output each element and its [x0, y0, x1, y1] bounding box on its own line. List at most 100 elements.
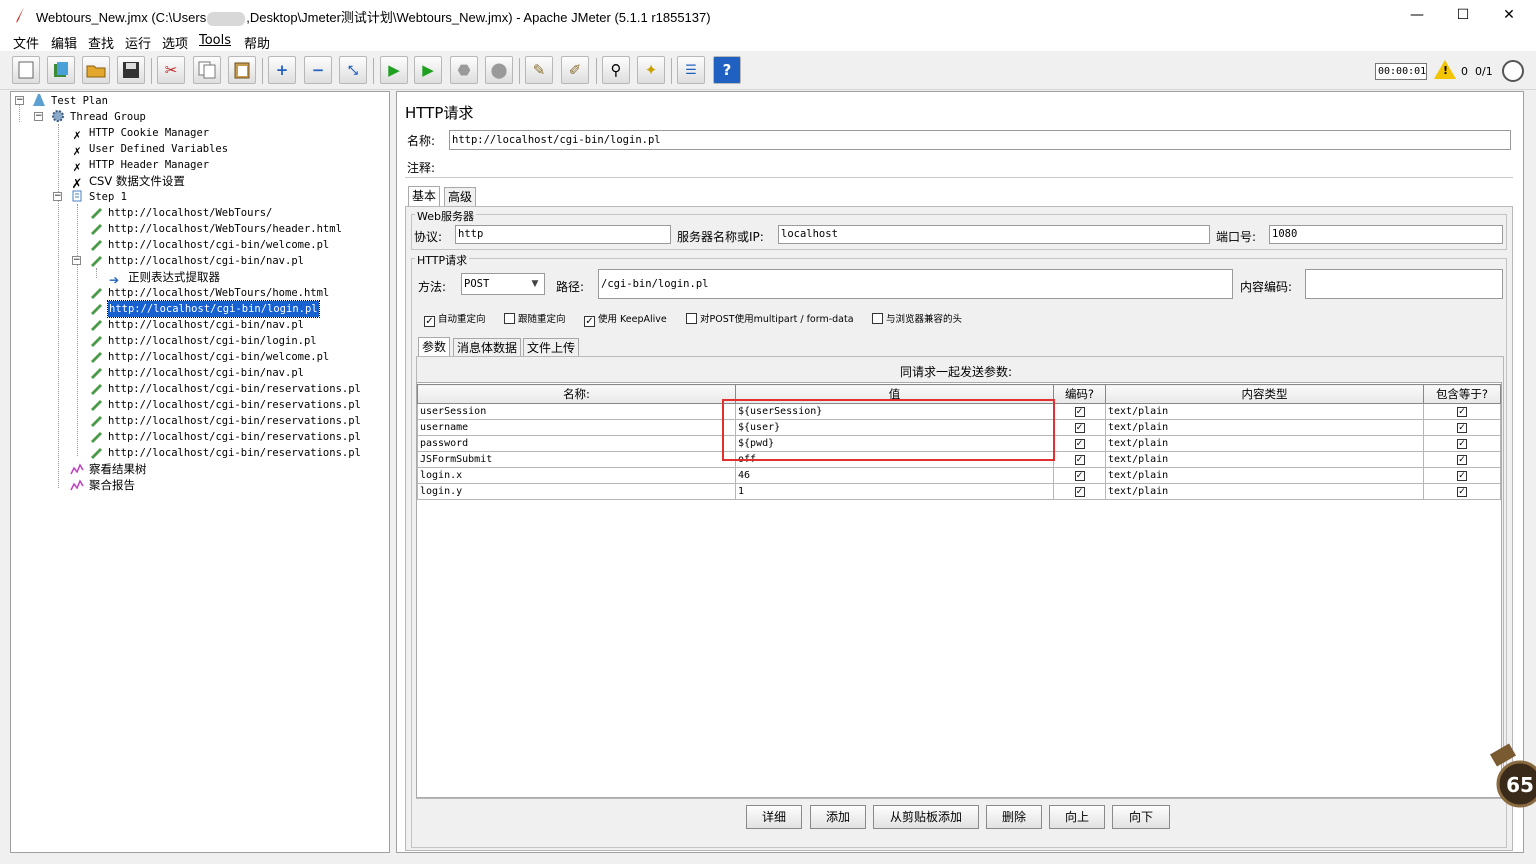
tree-step-1[interactable]: Step 1: [70, 189, 127, 205]
include-equals-cell[interactable]: ✓: [1423, 451, 1501, 468]
col-encode-header[interactable]: 编码?: [1053, 384, 1106, 404]
checkbox-checked[interactable]: ✓: [1457, 471, 1467, 481]
param-value-cell[interactable]: 46: [735, 467, 1054, 484]
tree-test-plan[interactable]: Test Plan: [32, 93, 108, 109]
checkbox-checked[interactable]: ✓: [1457, 487, 1467, 497]
encode-cell[interactable]: ✓: [1053, 451, 1106, 468]
tab-basic[interactable]: 基本: [408, 186, 441, 206]
include-equals-cell[interactable]: ✓: [1423, 467, 1501, 484]
col-content-type-header[interactable]: 内容类型: [1105, 384, 1424, 404]
tree-request[interactable]: http://localhost/cgi-bin/nav.pl: [89, 365, 304, 381]
tree-thread-group[interactable]: Thread Group: [51, 109, 146, 125]
chevron-down-icon[interactable]: ▼: [527, 276, 543, 292]
tree-request[interactable]: http://localhost/cgi-bin/reservations.pl: [89, 397, 361, 413]
content-type-cell[interactable]: text/plain: [1105, 403, 1424, 420]
templates-icon[interactable]: [47, 56, 75, 84]
collapse-icon[interactable]: −: [304, 56, 332, 84]
expand-icon[interactable]: +: [268, 56, 296, 84]
tree-request[interactable]: http://localhost/cgi-bin/nav.pl: [89, 253, 304, 269]
include-equals-cell[interactable]: ✓: [1423, 419, 1501, 436]
param-name-cell[interactable]: userSession: [417, 403, 736, 420]
start-no-pauses-icon[interactable]: ▶: [414, 56, 442, 84]
checkbox-checked[interactable]: ✓: [1074, 471, 1085, 481]
checkbox-checked[interactable]: ✓: [1074, 423, 1085, 433]
content-type-cell[interactable]: text/plain: [1105, 419, 1424, 436]
tree-request[interactable]: http://localhost/cgi-bin/nav.pl: [89, 317, 304, 333]
encode-cell[interactable]: ✓: [1053, 419, 1106, 436]
tree-request[interactable]: http://localhost/cgi-bin/welcome.pl: [89, 237, 329, 253]
search-icon[interactable]: ⚲: [602, 56, 630, 84]
delete-button[interactable]: 删除: [986, 805, 1042, 829]
col-name-header[interactable]: 名称:: [417, 384, 736, 404]
checkbox-checked[interactable]: ✓: [424, 316, 435, 327]
checkbox-checked[interactable]: ✓: [1457, 407, 1467, 417]
tree-request[interactable]: http://localhost/WebTours/header.html: [89, 221, 342, 237]
content-type-cell[interactable]: text/plain: [1105, 451, 1424, 468]
subtab-files-upload[interactable]: 文件上传: [523, 338, 580, 358]
protocol-input[interactable]: http: [455, 225, 671, 244]
tree-user-defined-variables[interactable]: ✗ User Defined Variables: [70, 141, 228, 159]
include-equals-cell[interactable]: ✓: [1423, 435, 1501, 452]
save-icon[interactable]: [117, 56, 145, 84]
comment-input[interactable]: [449, 155, 1511, 175]
menu-file[interactable]: 文件: [13, 33, 39, 52]
close-button[interactable]: ✕: [1486, 0, 1532, 31]
param-name-cell[interactable]: login.y: [417, 483, 736, 500]
include-equals-cell[interactable]: ✓: [1423, 483, 1501, 500]
up-button[interactable]: 向上: [1049, 805, 1105, 829]
checkbox-checked[interactable]: ✓: [1074, 487, 1085, 497]
col-include-equals-header[interactable]: 包含等于?: [1423, 384, 1501, 404]
content-encoding-input[interactable]: [1305, 269, 1503, 299]
checkbox-checked[interactable]: ✓: [1074, 455, 1085, 465]
checkbox-checked[interactable]: ✓: [1457, 423, 1467, 433]
stop-icon[interactable]: ⬣: [450, 56, 478, 84]
collapse-nav-request[interactable]: −: [72, 256, 81, 265]
checkbox-checked[interactable]: ✓: [584, 316, 595, 327]
shutdown-icon[interactable]: ⬤: [485, 56, 513, 84]
tree-request-selected[interactable]: http://localhost/cgi-bin/login.pl: [89, 300, 320, 318]
content-type-cell[interactable]: text/plain: [1105, 483, 1424, 500]
checkbox-checked[interactable]: ✓: [1457, 439, 1467, 449]
menu-tools[interactable]: Tools: [199, 33, 231, 48]
add-button[interactable]: 添加: [810, 805, 866, 829]
tree-request[interactable]: http://localhost/cgi-bin/login.pl: [89, 333, 317, 349]
checkbox-unchecked[interactable]: [872, 313, 883, 324]
subtab-parameters[interactable]: 参数: [418, 337, 451, 357]
encode-cell[interactable]: ✓: [1053, 483, 1106, 500]
content-type-cell[interactable]: text/plain: [1105, 435, 1424, 452]
param-name-cell[interactable]: username: [417, 419, 736, 436]
subtab-body-data[interactable]: 消息体数据: [453, 338, 522, 358]
menu-options[interactable]: 选项: [162, 33, 188, 52]
tree-csv-data-set[interactable]: ✗ CSV 数据文件设置: [70, 173, 185, 192]
reset-search-icon[interactable]: ✦: [637, 56, 665, 84]
content-type-cell[interactable]: text/plain: [1105, 467, 1424, 484]
tree-regex-extractor[interactable]: ➔ 正则表达式提取器: [109, 269, 220, 287]
maximize-button[interactable]: ☐: [1440, 0, 1486, 31]
collapse-test-plan[interactable]: −: [15, 96, 24, 105]
tree-request[interactable]: http://localhost/WebTours/home.html: [89, 285, 329, 301]
toggle-icon[interactable]: ⤡: [339, 56, 367, 84]
paste-icon[interactable]: [228, 56, 256, 84]
tree-view-results-tree[interactable]: 察看结果树: [70, 461, 147, 477]
opt-multipart[interactable]: 对POST使用multipart / form-data: [686, 311, 854, 325]
remote-status-icon[interactable]: [1502, 60, 1524, 82]
opt-follow-redirects[interactable]: 跟随重定向: [504, 311, 566, 325]
copy-icon[interactable]: [193, 56, 221, 84]
checkbox-unchecked[interactable]: [504, 313, 515, 324]
cut-icon[interactable]: ✂: [157, 56, 185, 84]
tree-request[interactable]: http://localhost/cgi-bin/welcome.pl: [89, 349, 329, 365]
param-name-cell[interactable]: login.x: [417, 467, 736, 484]
table-row[interactable]: login.x 46 ✓ text/plain ✓: [417, 467, 1501, 484]
clear-all-icon[interactable]: ✐: [561, 56, 589, 84]
minimize-button[interactable]: —: [1394, 0, 1440, 31]
opt-keepalive[interactable]: ✓ 使用 KeepAlive: [584, 311, 667, 327]
checkbox-checked[interactable]: ✓: [1074, 439, 1085, 449]
down-button[interactable]: 向下: [1112, 805, 1170, 829]
include-equals-cell[interactable]: ✓: [1423, 403, 1501, 420]
menu-run[interactable]: 运行: [125, 33, 151, 52]
port-input[interactable]: 1080: [1269, 225, 1503, 244]
opt-auto-redirect[interactable]: ✓ 自动重定向: [424, 311, 486, 327]
clear-icon[interactable]: ✎: [525, 56, 553, 84]
open-icon[interactable]: [82, 56, 110, 84]
add-from-clipboard-button[interactable]: 从剪贴板添加: [873, 805, 979, 829]
